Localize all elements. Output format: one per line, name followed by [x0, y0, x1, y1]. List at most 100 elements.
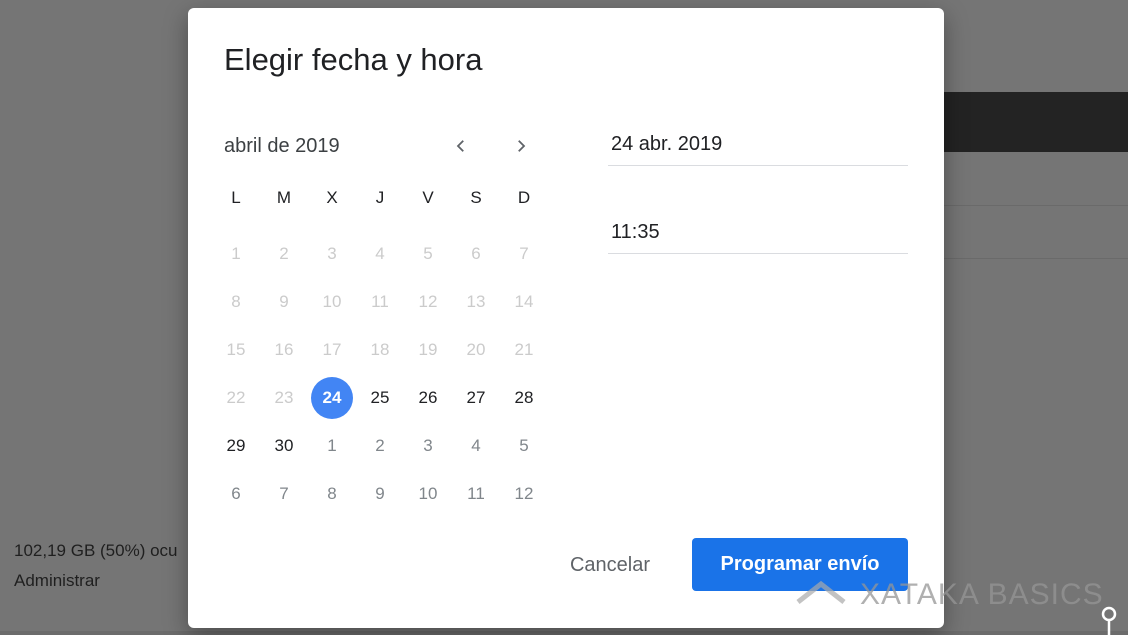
weekday-header: LMXJVSD: [212, 188, 548, 208]
calendar-day: 7: [500, 230, 548, 278]
calendar-day-number: 21: [514, 340, 534, 359]
calendar-day-number: 4: [471, 436, 481, 455]
calendar-day-number: 11: [467, 484, 485, 503]
calendar-day-number: 2: [279, 244, 289, 263]
calendar-day: 15: [212, 326, 260, 374]
cancel-button[interactable]: Cancelar: [548, 545, 672, 585]
calendar-day[interactable]: 3: [404, 422, 452, 470]
manage-storage-link[interactable]: Administrar: [14, 571, 100, 591]
calendar-day: 22: [212, 374, 260, 422]
calendar-day-number: 27: [466, 388, 486, 407]
calendar-day[interactable]: 28: [500, 374, 548, 422]
calendar-day[interactable]: 8: [308, 470, 356, 518]
calendar-day-number: 12: [514, 484, 534, 503]
schedule-send-button[interactable]: Programar envío: [692, 538, 908, 591]
calendar-day: 17: [308, 326, 356, 374]
calendar-day[interactable]: 29: [212, 422, 260, 470]
calendar-day-number: 13: [466, 292, 486, 311]
background-divider: [944, 258, 1128, 259]
calendar-day-number: 8: [231, 292, 241, 311]
calendar-day: 1: [212, 230, 260, 278]
calendar-day[interactable]: 27: [452, 374, 500, 422]
calendar-day: 9: [260, 278, 308, 326]
calendar-day: 6: [452, 230, 500, 278]
calendar-day-number: 23: [274, 388, 294, 407]
calendar-day-number: 11: [371, 292, 389, 311]
calendar-day: 5: [404, 230, 452, 278]
calendar-day[interactable]: 6: [212, 470, 260, 518]
calendar-day: 3: [308, 230, 356, 278]
time-input[interactable]: [608, 221, 911, 244]
calendar-day-number: 25: [370, 388, 390, 407]
calendar-day[interactable]: 9: [356, 470, 404, 518]
calendar-day: 12: [404, 278, 452, 326]
chevron-right-icon: [518, 140, 526, 152]
date-field[interactable]: [608, 133, 911, 166]
calendar-day-number: 5: [519, 436, 529, 455]
calendar-day[interactable]: 1: [308, 422, 356, 470]
calendar-day: 19: [404, 326, 452, 374]
month-label: abril de 2019: [224, 135, 340, 157]
calendar-day-number: 1: [327, 436, 337, 455]
calendar-day-number: 24: [322, 388, 342, 407]
calendar-day: 4: [356, 230, 404, 278]
calendar-day-number: 28: [514, 388, 534, 407]
weekday-label: M: [276, 188, 292, 207]
calendar-day-number: 26: [418, 388, 438, 407]
calendar-day-number: 15: [226, 340, 246, 359]
calendar-day: 14: [500, 278, 548, 326]
calendar-day-number: 9: [375, 484, 385, 503]
calendar-day-number: 30: [274, 436, 294, 455]
calendar-day-number: 3: [327, 244, 337, 263]
background-dark-bar: [944, 92, 1128, 152]
calendar-day-selected[interactable]: 24: [308, 374, 356, 422]
calendar-day-number: 1: [231, 244, 241, 263]
calendar-day: 11: [356, 278, 404, 326]
calendar-day: 8: [212, 278, 260, 326]
calendar-day: 16: [260, 326, 308, 374]
calendar-day[interactable]: 26: [404, 374, 452, 422]
background-divider: [944, 205, 1128, 206]
dialog-title: Elegir fecha y hora: [224, 42, 483, 77]
next-month-button[interactable]: [505, 130, 537, 162]
calendar-day-number: 29: [226, 436, 246, 455]
calendar-day[interactable]: 7: [260, 470, 308, 518]
calendar-day-number: 14: [514, 292, 534, 311]
weekday-label: S: [470, 188, 482, 207]
chevron-left-icon: [456, 140, 464, 152]
weekday-label: D: [517, 188, 531, 207]
weekday-label: L: [231, 188, 241, 207]
calendar-day-number: 8: [327, 484, 337, 503]
calendar-day[interactable]: 12: [500, 470, 548, 518]
calendar-day[interactable]: 5: [500, 422, 548, 470]
calendar-day-number: 9: [279, 292, 289, 311]
calendar-day[interactable]: 30: [260, 422, 308, 470]
schedule-send-dialog: Elegir fecha y hora abril de 2019 L M X J V S…: [188, 8, 944, 628]
calendar-day: 23: [260, 374, 308, 422]
previous-month-button[interactable]: [445, 130, 477, 162]
calendar-day: 2: [260, 230, 308, 278]
calendar-day-number: 16: [274, 340, 294, 359]
weekday-label: J: [375, 188, 385, 207]
calendar-day-number: 19: [418, 340, 438, 359]
storage-usage-text: 102,19 GB (50%) ocu: [14, 541, 178, 560]
calendar-day-number: 3: [423, 436, 433, 455]
calendar-day-number: 12: [418, 292, 438, 311]
calendar-day-number: 5: [423, 244, 433, 263]
calendar-day[interactable]: 11: [452, 470, 500, 518]
calendar-day-number: 10: [322, 292, 342, 311]
weekday-label: X: [326, 188, 338, 207]
background-bottom-strip: [0, 631, 1128, 635]
calendar-day: 13: [452, 278, 500, 326]
time-field[interactable]: [608, 221, 911, 254]
calendar-day-number: 6: [231, 484, 241, 503]
calendar-day-number: 20: [466, 340, 486, 359]
date-input[interactable]: [608, 133, 911, 156]
calendar-day[interactable]: 2: [356, 422, 404, 470]
calendar-day: 20: [452, 326, 500, 374]
calendar-day[interactable]: 25: [356, 374, 404, 422]
calendar-day[interactable]: 4: [452, 422, 500, 470]
calendar-day: 18: [356, 326, 404, 374]
calendar-day[interactable]: 10: [404, 470, 452, 518]
calendar-day-number: 18: [370, 340, 390, 359]
